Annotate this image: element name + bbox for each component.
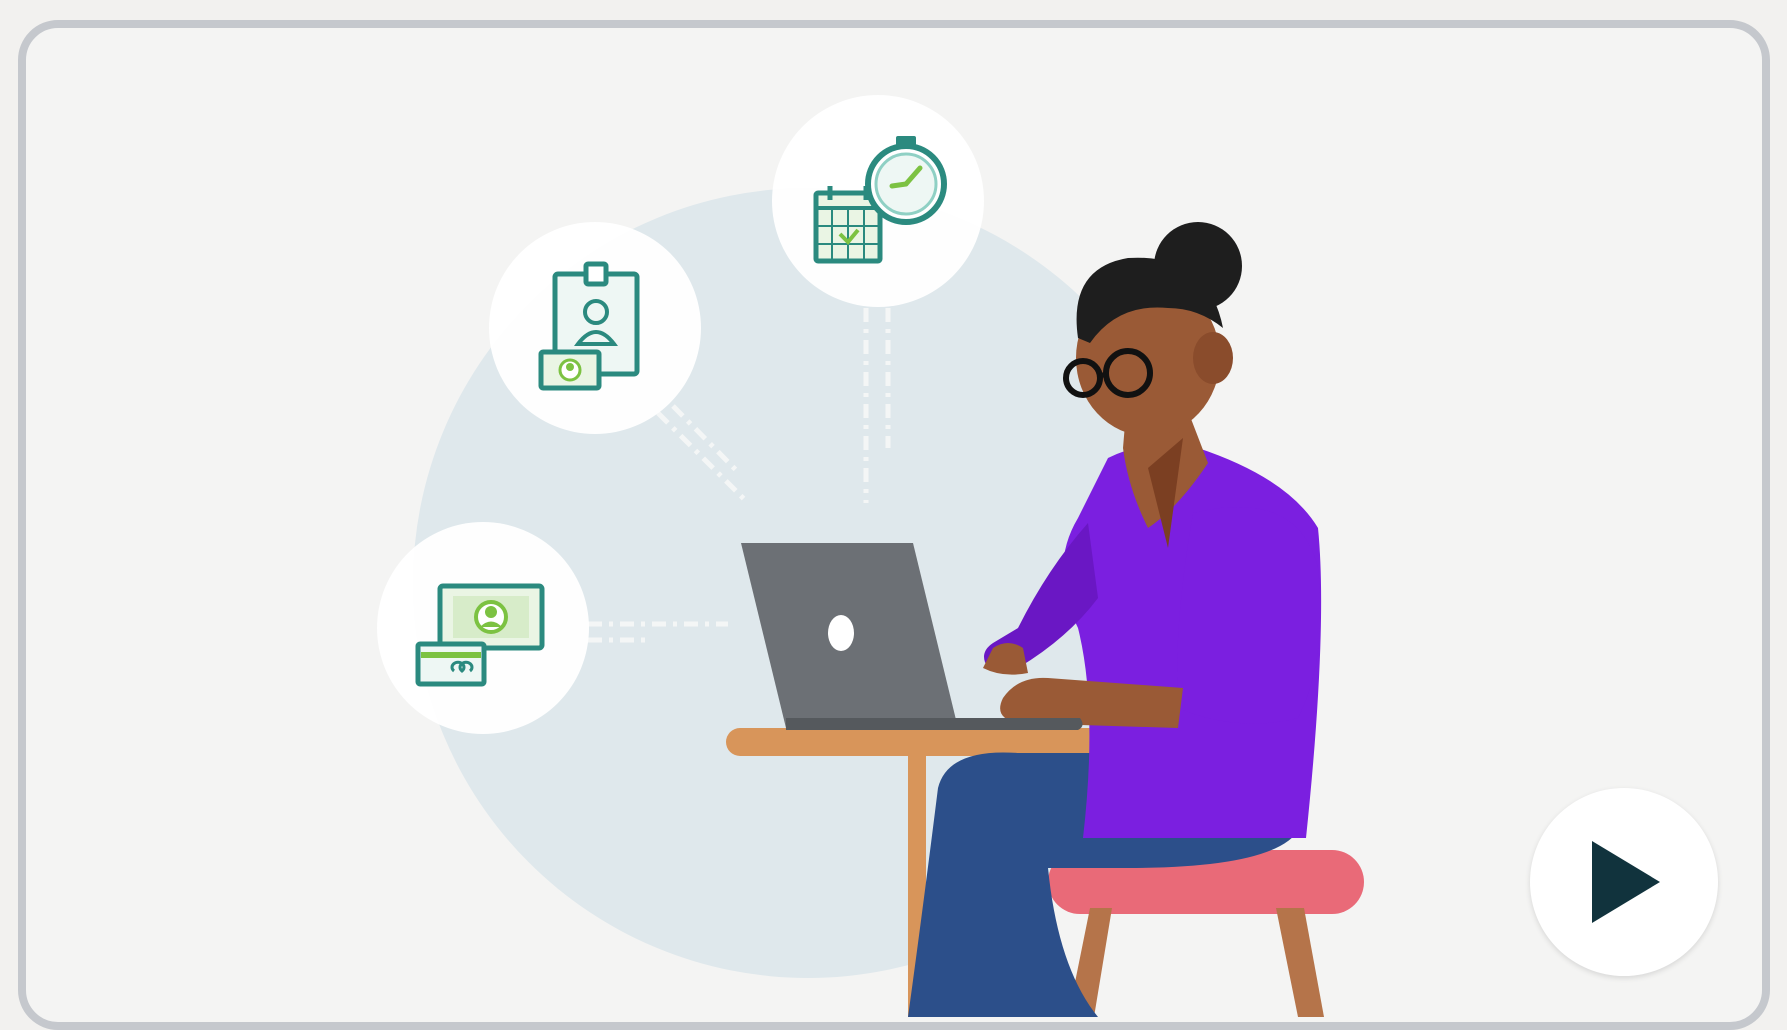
play-icon: [1592, 841, 1660, 923]
play-button[interactable]: [1530, 788, 1718, 976]
employee-badge-icon: [489, 222, 701, 434]
video-poster-illustration: [377, 95, 1364, 1017]
stool: [1048, 850, 1364, 1017]
video-player[interactable]: [18, 20, 1770, 1030]
payment-icon: [377, 522, 589, 734]
calendar-clock-icon: [772, 95, 984, 307]
